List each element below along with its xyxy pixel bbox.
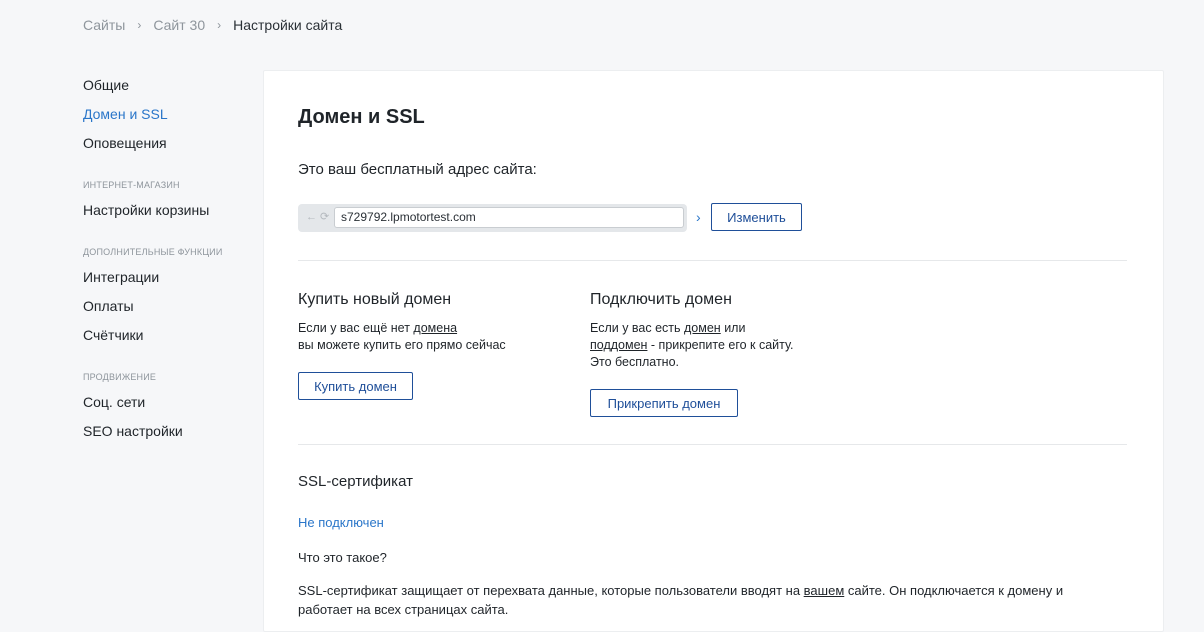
buy-text-line2: вы можете купить его прямо сейчас [298,338,506,352]
sidebar-item-domain-ssl[interactable]: Домен и SSL [83,104,253,133]
sidebar-item-social[interactable]: Соц. сети [83,392,253,421]
connect-domain-text: Если у вас есть домен или поддомен - при… [590,320,794,371]
sidebar-item-notifications[interactable]: Оповещения [83,133,253,162]
buy-domain-button[interactable]: Купить домен [298,372,413,400]
connect-text-line3: Это бесплатно. [590,355,680,369]
main-panel: Домен и SSL Это ваш бесплатный адрес сай… [263,70,1164,632]
back-refresh-icon: ← ⟳ [306,211,330,223]
ssl-desc-prefix: SSL-сертификат защищает от перехвата дан… [298,583,804,598]
breadcrumb-sites[interactable]: Сайты [83,17,125,33]
domain-link[interactable]: домен [684,321,721,335]
chevron-right-icon: › [137,18,142,32]
connect-text-line1: Если у вас есть [590,321,685,335]
sidebar-item-seo[interactable]: SEO настройки [83,421,253,450]
buy-text-line1: Если у вас ещё нет [298,321,414,335]
breadcrumb-current: Настройки сайта [233,17,343,33]
ssl-question: Что это такое? [298,550,387,565]
sidebar-section-promo: Продвижение [83,372,157,382]
browser-url-preview: ← ⟳ s729792.lpmotortest.com [298,204,687,232]
chevron-right-icon: › [217,18,222,32]
divider [298,260,1127,261]
connect-text-line2-suffix: - прикрепите его к сайту. [647,338,794,352]
sidebar-item-integrations[interactable]: Интеграции [83,267,253,296]
domain-link[interactable]: домена [413,321,457,335]
sidebar-item-payments[interactable]: Оплаты [83,296,253,325]
attach-domain-button[interactable]: Прикрепить домен [590,389,738,417]
sidebar-item-cart-settings[interactable]: Настройки корзины [83,200,253,229]
connect-text-line1-suffix: или [720,321,746,335]
ssl-status: Не подключен [298,515,384,530]
change-button[interactable]: Изменить [711,203,802,231]
sidebar: Общие Домен и SSL Оповещения Интернет-ма… [83,75,253,450]
chevron-right-icon: › [696,209,701,225]
breadcrumb-site[interactable]: Сайт 30 [153,17,205,33]
connect-domain-title: Подключить домен [590,291,732,308]
sidebar-section-extra: Дополнительные функции [83,247,223,257]
sidebar-item-counters[interactable]: Счётчики [83,325,253,354]
sidebar-section-shop: Интернет-магазин [83,180,180,190]
breadcrumb: Сайты › Сайт 30 › Настройки сайта [83,17,342,33]
subdomain-link[interactable]: поддомен [590,338,647,352]
buy-domain-text: Если у вас ещё нет домена вы можете купи… [298,320,506,354]
sidebar-item-general[interactable]: Общие [83,75,253,104]
page-title: Домен и SSL [298,106,425,128]
ssl-title: SSL-сертификат [298,473,413,490]
ssl-description: SSL-сертификат защищает от перехвата дан… [298,581,1098,619]
free-address-label: Это ваш бесплатный адрес сайта: [298,161,537,178]
divider [298,444,1127,445]
site-url-field: s729792.lpmotortest.com [334,207,684,228]
your-site-link[interactable]: вашем [804,583,845,598]
buy-domain-title: Купить новый домен [298,291,452,308]
